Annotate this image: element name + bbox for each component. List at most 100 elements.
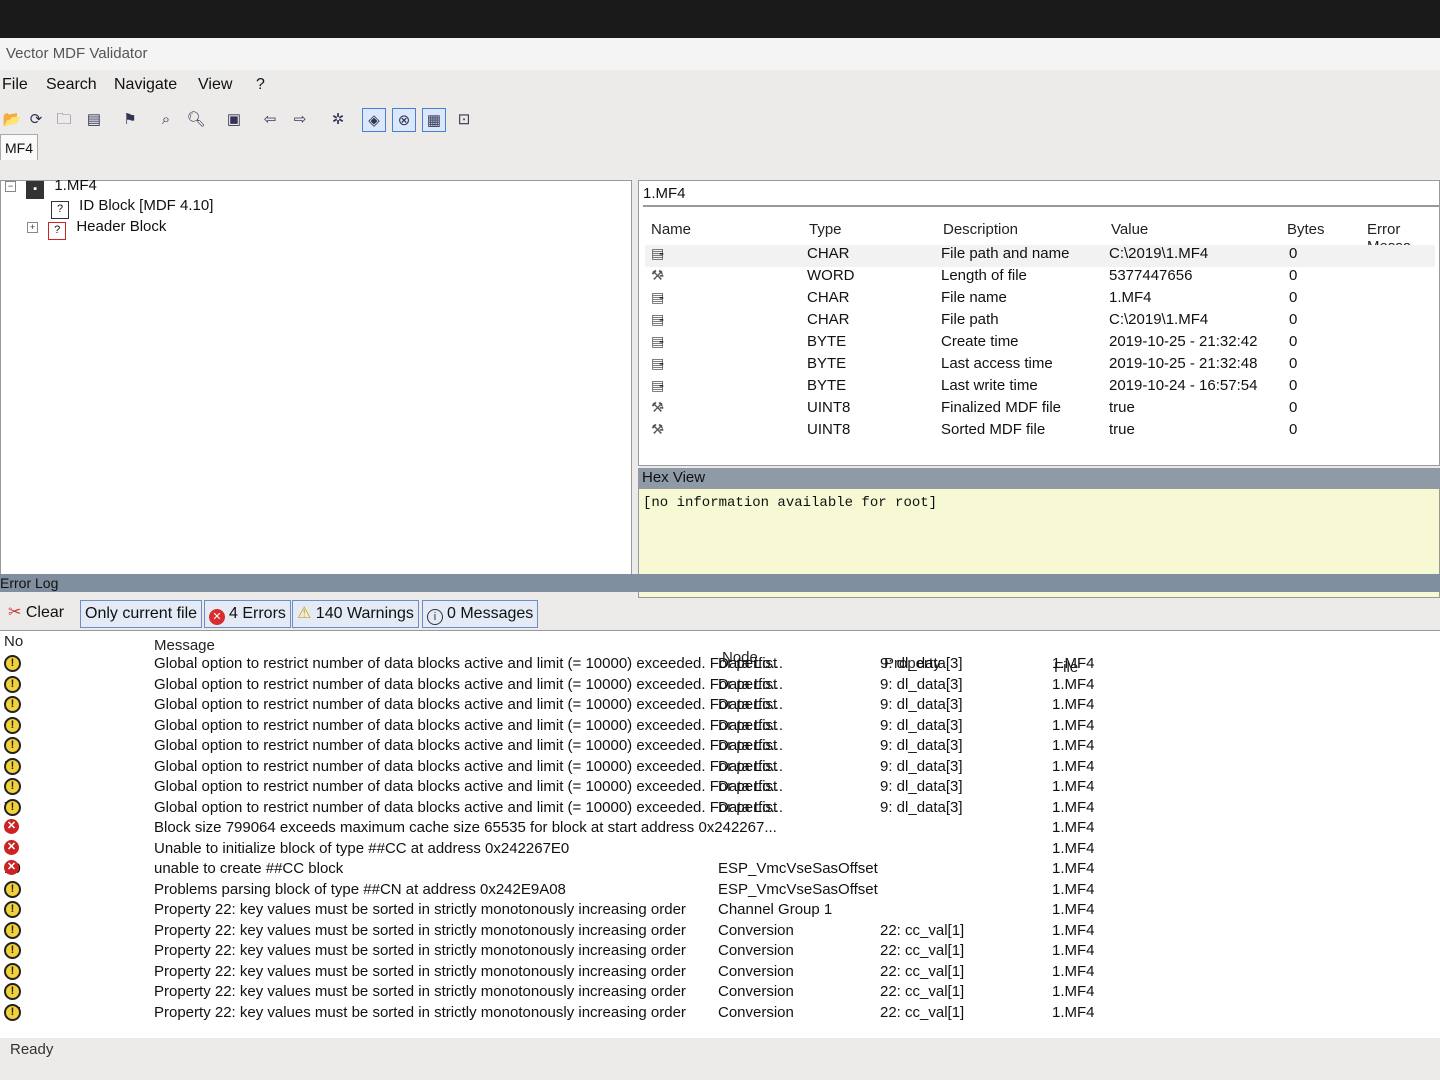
property-row[interactable]: ▤ - CHAR File path and name C:\2019\1.MF4 0 [645,245,1435,267]
prop-value: 1.MF4 [1109,289,1152,306]
error-icon: ✕ [4,839,19,855]
file-tab[interactable]: MF4 [0,134,38,160]
split-view-icon[interactable]: ◈ [362,108,386,132]
prop-type: CHAR [807,311,850,328]
reload-icon[interactable]: ⟳ [24,108,48,132]
window-icon[interactable]: ▣ [222,108,246,132]
error-message: Global option to restrict number of data… [154,798,784,816]
error-row[interactable]: !17 Property 22: key values must be sorte… [0,1003,1440,1025]
col-bytes[interactable]: Bytes [1287,221,1325,238]
error-row[interactable]: !12 Property 22: key values must be sorte… [0,901,1440,922]
find-icon[interactable]: ⌕ [154,108,178,132]
property-row[interactable]: ▤ - CHAR File path C:\2019\1.MF4 0 [645,311,1435,333]
prop-value: true [1109,421,1135,438]
error-message: Unable to initialize block of type ##CC … [154,839,570,857]
error-row[interactable]: !15 Property 22: key values must be sorte… [0,962,1440,984]
clear-button[interactable]: ✂︎ Clear [4,600,68,626]
search-icon[interactable]: 🔍︎ [184,108,208,132]
error-row[interactable]: !4 Global option to restrict number of da… [0,737,1440,758]
messages-filter-button[interactable]: i0 Messages [422,600,539,628]
prop-name: - [659,311,664,328]
error-row[interactable]: ✕10 unable to create ##CC block ESP_VmcVse… [0,860,1440,881]
col-description[interactable]: Description [943,221,1018,238]
error-file: 1.MF4 [1052,696,1095,713]
error-node: Conversion [718,983,794,1000]
error-node: Data List [718,675,778,693]
error-row[interactable]: ✕8 Block size 799064 exceeds maximum cach… [0,819,1440,840]
error-message: Global option to restrict number of data… [154,778,784,795]
error-node: Data List [718,716,778,734]
properties-pane: 1.MF4 Name Type Description Value Bytes … [638,180,1440,466]
error-message: Property 22: key values must be sorted i… [154,1003,686,1021]
prop-name: - [659,377,664,394]
error-row[interactable]: !14 Property 22: key values must be sorte… [0,942,1440,963]
col-name[interactable]: Name [651,221,691,238]
error-view-icon[interactable]: ⊗ [392,108,416,132]
property-row[interactable]: ▤ - BYTE Last access time 2019-10-25 - 21:32… [645,355,1435,377]
menu-help[interactable]: ? [256,76,265,94]
hex-view-header: Hex View [638,468,1440,488]
menu-search[interactable]: Search [46,76,97,94]
error-no-cell: !13 [4,921,21,939]
error-message: Global option to restrict number of data… [154,655,784,672]
expand-icon[interactable]: + [27,222,38,233]
hex-view-icon[interactable]: ▦ [422,108,446,132]
error-node: Conversion [718,962,794,980]
back-arrow-icon[interactable]: ⇦ [258,108,282,132]
errors-filter-button[interactable]: ✕ 4 Errors [204,600,291,628]
col-message[interactable]: Message [154,637,215,654]
error-row[interactable]: !6 Global option to restrict number of da… [0,778,1440,799]
prop-description: Last access time [941,355,1053,372]
prop-value: 2019-10-25 - 21:32:42 [1109,333,1258,350]
warning-icon: ! [4,942,21,959]
error-node: Data List [718,757,778,775]
folder-icon[interactable]: 🗀 [52,108,76,132]
property-row[interactable]: ⚒ - UINT8 Finalized MDF file true 0 [645,399,1435,421]
error-row[interactable]: !1 Global option to restrict number of da… [0,675,1440,697]
error-row[interactable]: !5 Global option to restrict number of da… [0,757,1440,779]
error-icon: ✕ [209,609,225,625]
tree-item-id-block[interactable]: ? ID Block [MDF 4.10] [51,197,213,219]
error-row[interactable]: !7 Global option to restrict number of da… [0,798,1440,820]
error-block-icon: ? [48,222,67,240]
warning-icon: ! [4,778,21,795]
menu-navigate[interactable]: Navigate [114,76,177,94]
error-row[interactable]: !13 Property 22: key values must be sorte… [0,921,1440,943]
col-value[interactable]: Value [1111,221,1148,238]
zoom-view-icon[interactable]: ⊡ [452,108,476,132]
tree-root[interactable]: − ▪ 1.MF4 [5,177,97,199]
col-no[interactable]: No [4,633,23,650]
error-row[interactable]: !11 Problems parsing block of type ##CN a… [0,880,1440,902]
error-row[interactable]: ✕9 Unable to initialize block of type ##C… [0,839,1440,861]
prop-type: WORD [807,267,855,284]
prop-description: Finalized MDF file [941,399,1062,416]
property-row[interactable]: ⚒ - UINT8 Sorted MDF file true 0 [645,421,1435,443]
validate-icon[interactable]: ⚑ [118,108,142,132]
warnings-filter-button[interactable]: ⚠ 140 Warnings [292,600,419,628]
error-no-cell: !2 [4,696,21,713]
property-row[interactable]: ▤ - BYTE Create time 2019-10-25 - 21:32:42 0 [645,333,1435,355]
settings-icon[interactable]: ✲ [326,108,350,132]
open-file-icon[interactable]: 📂 [0,108,24,132]
tree-item-label: ID Block [MDF 4.10] [79,197,214,214]
error-row[interactable]: !3 Global option to restrict number of da… [0,716,1440,738]
error-file: 1.MF4 [1052,860,1095,877]
only-current-file-button[interactable]: Only current file [80,600,203,628]
prop-value: 5377447656 [1109,267,1193,284]
property-row[interactable]: ▤ - CHAR File name 1.MF4 0 [645,289,1435,311]
error-row[interactable]: !2 Global option to restrict number of da… [0,696,1440,717]
prop-type: UINT8 [807,421,851,438]
error-node: Data List [718,798,778,816]
error-row[interactable]: !16 Property 22: key values must be sorte… [0,983,1440,1004]
forward-arrow-icon[interactable]: ⇨ [288,108,312,132]
menu-view[interactable]: View [198,76,232,94]
error-row[interactable]: !0 Global option to restrict number of da… [0,655,1440,676]
error-file: 1.MF4 [1052,942,1095,959]
col-type[interactable]: Type [809,221,842,238]
close-file-icon[interactable]: ▤ [82,108,106,132]
property-row[interactable]: ▤ - BYTE Last write time 2019-10-24 - 16:57:… [645,377,1435,399]
menu-file[interactable]: File [2,76,28,94]
tree-item-header-block[interactable]: + ? Header Block [27,218,166,240]
property-row[interactable]: ⚒ - WORD Length of file 5377447656 0 [645,267,1435,289]
collapse-icon[interactable]: − [5,181,16,192]
